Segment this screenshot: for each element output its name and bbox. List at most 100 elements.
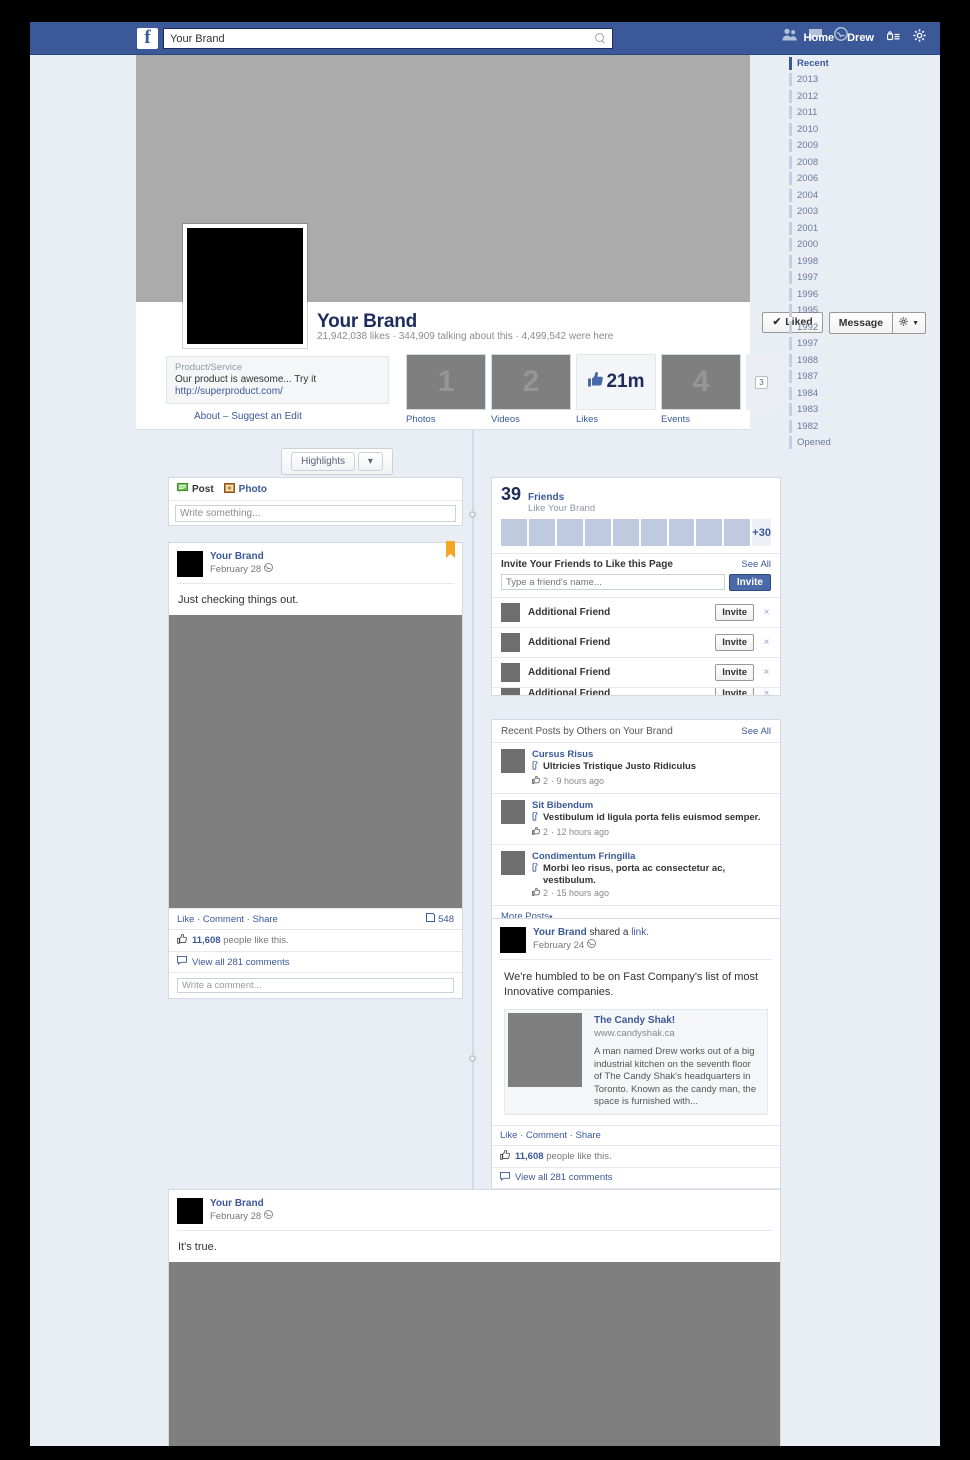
- year-item-2012[interactable]: 2012: [789, 88, 849, 105]
- close-icon[interactable]: ×: [762, 637, 771, 648]
- friend-thumbnail[interactable]: [724, 519, 751, 546]
- post-author[interactable]: Your Brand: [210, 1198, 273, 1210]
- tile-videos[interactable]: 2 Videos: [491, 354, 571, 425]
- close-icon[interactable]: ×: [762, 688, 771, 695]
- avatar[interactable]: [501, 663, 520, 682]
- composer-tab-post[interactable]: Post: [177, 482, 214, 496]
- composer-tab-photo[interactable]: Photo: [223, 482, 267, 496]
- recent-post-author[interactable]: Sit Bibendum: [532, 800, 761, 812]
- close-icon[interactable]: ×: [762, 667, 771, 678]
- recent-post-author[interactable]: Condimentum Fringilla: [532, 851, 771, 863]
- composer-input[interactable]: Write something...: [175, 505, 456, 522]
- friends-more-count[interactable]: +30: [752, 519, 771, 546]
- recent-post-author[interactable]: Cursus Risus: [532, 749, 696, 761]
- year-item-2013[interactable]: 2013: [789, 72, 849, 89]
- post-composer[interactable]: Post Photo Write something...: [168, 477, 463, 526]
- recent-posts-see-all-link[interactable]: See All: [741, 726, 771, 737]
- search-input[interactable]: Your Brand: [163, 28, 613, 49]
- avatar[interactable]: [501, 851, 525, 875]
- highlight-flag-icon[interactable]: [446, 541, 455, 558]
- year-item-1983[interactable]: 1983: [789, 402, 849, 419]
- post-actions-links[interactable]: Like · Comment · Share: [177, 914, 278, 925]
- friend-thumbnail[interactable]: [668, 519, 695, 546]
- year-item-2000[interactable]: 2000: [789, 237, 849, 254]
- avatar[interactable]: [501, 688, 520, 695]
- friend-thumbnail[interactable]: [696, 519, 723, 546]
- profile-picture[interactable]: [183, 224, 307, 348]
- avatar[interactable]: [501, 749, 525, 773]
- year-item-recent[interactable]: Recent: [789, 55, 849, 72]
- year-item-2003[interactable]: 2003: [789, 204, 849, 221]
- year-item-1997[interactable]: 1997: [789, 270, 849, 287]
- year-item-2008[interactable]: 2008: [789, 154, 849, 171]
- year-item-1998[interactable]: 1998: [789, 253, 849, 270]
- friend-thumbnail[interactable]: [501, 519, 527, 546]
- view-all-comments-link[interactable]: View all 281 comments: [515, 1172, 613, 1183]
- post-author[interactable]: Your Brand: [533, 927, 587, 938]
- avatar[interactable]: [177, 1198, 203, 1224]
- friend-thumbnail[interactable]: [556, 519, 583, 546]
- year-item-2011[interactable]: 2011: [789, 105, 849, 122]
- year-item-2004[interactable]: 2004: [789, 187, 849, 204]
- gear-icon[interactable]: [913, 29, 926, 47]
- about-suggest-edit-link[interactable]: About – Suggest an Edit: [194, 411, 302, 422]
- year-item-1982[interactable]: 1982: [789, 418, 849, 435]
- friend-thumbnail[interactable]: [640, 519, 667, 546]
- tile-events-caption[interactable]: Events: [661, 414, 741, 425]
- friend-requests-icon[interactable]: [782, 28, 797, 46]
- avatar[interactable]: [177, 551, 203, 577]
- avatar[interactable]: [501, 633, 520, 652]
- avatar[interactable]: [501, 603, 520, 622]
- tile-events[interactable]: 4 Events: [661, 354, 741, 425]
- year-item-1992[interactable]: 1992: [789, 319, 849, 336]
- year-item-1995[interactable]: 1995: [789, 303, 849, 320]
- invite-button[interactable]: Invite: [715, 664, 754, 681]
- tile-likes[interactable]: 21m Likes: [576, 354, 656, 425]
- friend-thumbnail[interactable]: [612, 519, 639, 546]
- tile-photos-caption[interactable]: Photos: [406, 414, 486, 425]
- link-preview-title[interactable]: The Candy Shak!: [594, 1015, 760, 1027]
- invite-button[interactable]: Invite: [715, 688, 754, 695]
- privacy-lock-icon[interactable]: [886, 29, 900, 47]
- post-share-count[interactable]: 548: [426, 913, 454, 925]
- view-all-comments-link[interactable]: View all 281 comments: [192, 957, 290, 968]
- invite-friend-input[interactable]: [501, 574, 725, 590]
- avatar[interactable]: [501, 800, 525, 824]
- year-item-1997b[interactable]: 1997: [789, 336, 849, 353]
- facebook-logo-icon[interactable]: f: [137, 28, 158, 49]
- friend-thumbnail[interactable]: [584, 519, 611, 546]
- page-settings-button[interactable]: ▼: [892, 312, 926, 334]
- post-link-word[interactable]: link.: [631, 927, 649, 938]
- year-item-1984[interactable]: 1984: [789, 385, 849, 402]
- post-actions-links[interactable]: Like · Comment · Share: [500, 1130, 601, 1141]
- post-image[interactable]: [169, 615, 462, 908]
- close-icon[interactable]: ×: [762, 607, 771, 618]
- year-item-2001[interactable]: 2001: [789, 220, 849, 237]
- link-preview-card[interactable]: The Candy Shak! www.candyshak.ca A man n…: [504, 1009, 768, 1115]
- year-item-2010[interactable]: 2010: [789, 121, 849, 138]
- friend-thumbnail[interactable]: [528, 519, 555, 546]
- search-icon[interactable]: [595, 33, 606, 44]
- tile-videos-caption[interactable]: Videos: [491, 414, 571, 425]
- invite-submit-button[interactable]: Invite: [728, 574, 771, 591]
- post-image[interactable]: [169, 1262, 780, 1446]
- tiles-more-dropdown[interactable]: 3: [746, 354, 777, 410]
- year-item-1988[interactable]: 1988: [789, 352, 849, 369]
- highlights-button[interactable]: Highlights ▾: [281, 448, 393, 475]
- year-item-1987[interactable]: 1987: [789, 369, 849, 386]
- year-item-2006[interactable]: 2006: [789, 171, 849, 188]
- year-item-2009[interactable]: 2009: [789, 138, 849, 155]
- nav-link-user[interactable]: Drew: [847, 32, 874, 44]
- nav-link-home[interactable]: Home: [804, 32, 835, 44]
- tile-photos[interactable]: 1 Photos: [406, 354, 486, 425]
- comment-input[interactable]: Write a comment...: [177, 978, 454, 993]
- avatar[interactable]: [500, 927, 526, 953]
- invite-button[interactable]: Invite: [715, 634, 754, 651]
- invite-button[interactable]: Invite: [715, 604, 754, 621]
- post-author[interactable]: Your Brand: [210, 551, 273, 563]
- year-item-opened[interactable]: Opened: [789, 435, 849, 452]
- friends-see-all-link[interactable]: See All: [741, 559, 771, 570]
- page-website-link[interactable]: http://superproduct.com/: [175, 386, 380, 398]
- tile-likes-caption[interactable]: Likes: [576, 414, 656, 425]
- year-item-1996[interactable]: 1996: [789, 286, 849, 303]
